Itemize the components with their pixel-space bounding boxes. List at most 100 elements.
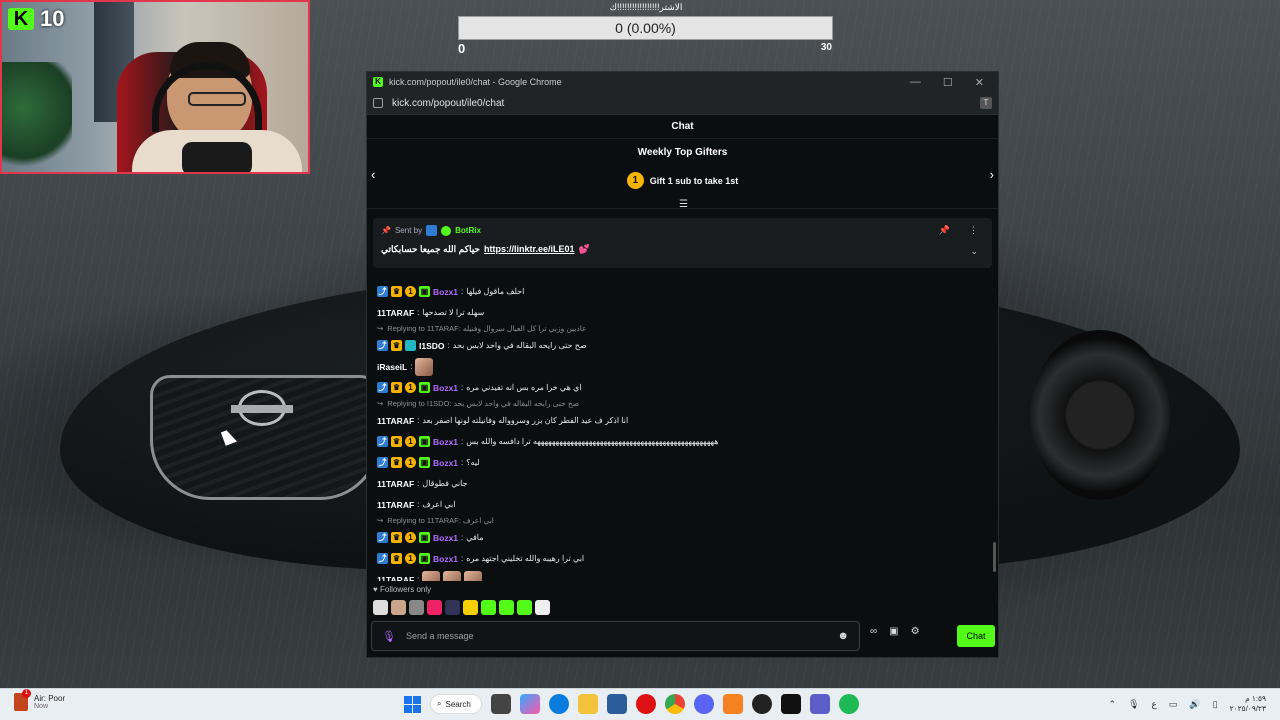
emote-icon[interactable] xyxy=(391,600,406,615)
emote-quickbar xyxy=(373,600,550,615)
window-titlebar[interactable]: K kick.com/popout/ile0/chat - Google Chr… xyxy=(367,72,998,92)
goal-max-label: 30 xyxy=(820,42,832,53)
emote-icon[interactable] xyxy=(481,600,496,615)
emote-icon[interactable] xyxy=(445,600,460,615)
points-infinity-icon[interactable]: ∞ xyxy=(870,626,877,637)
mod-badge-icon: ⤴ xyxy=(377,382,388,393)
windows-start-icon[interactable] xyxy=(404,695,421,713)
chat-username[interactable]: I1SDO xyxy=(419,341,445,351)
mod-badge-icon: ⤴ xyxy=(377,436,388,447)
windows-taskbar: 1 Air: Poor Now ⌕ Search ⌃ 🎙 ع ▭ 🔊 ▯ ١:٥٩… xyxy=(0,688,1280,720)
pinned-sender[interactable]: BotRix xyxy=(455,226,481,235)
gift-cta-text[interactable]: Gift 1 sub to take 1st xyxy=(650,176,739,186)
emote-icon[interactable] xyxy=(373,600,388,615)
task-view-icon[interactable] xyxy=(491,694,511,714)
chat-message-input[interactable] xyxy=(405,631,828,641)
mic-tray-icon[interactable]: 🎙 xyxy=(1128,699,1139,710)
top-gifters-title: Weekly Top Gifters xyxy=(637,147,728,158)
chat-username[interactable]: iRaseiL xyxy=(377,362,407,372)
chat-username[interactable]: 11TARAF xyxy=(377,575,414,582)
chat-username[interactable]: 11TARAF xyxy=(377,500,414,510)
url-text[interactable]: kick.com/popout/ile0/chat xyxy=(392,98,504,109)
gifter-badge-icon: ▣ xyxy=(419,553,430,564)
translate-icon[interactable]: T xyxy=(980,97,992,109)
obs-icon[interactable] xyxy=(752,694,772,714)
chevron-down-icon[interactable]: ⌄ xyxy=(970,246,978,257)
more-options-icon[interactable]: ⋮ xyxy=(969,225,978,236)
pinned-message: 📌 Sent by BotRix حياكم الله جميعا حسابكا… xyxy=(373,218,992,268)
crown-badge-icon: ♛ xyxy=(391,457,402,468)
chat-scrollbar[interactable] xyxy=(993,542,996,572)
chat-username[interactable]: Bozx1 xyxy=(433,287,458,297)
subscriber-badge-icon: 1 xyxy=(405,532,416,543)
emote-icon[interactable] xyxy=(409,600,424,615)
opera-icon[interactable] xyxy=(636,694,656,714)
pinned-text: حياكم الله جميعا حسابكاتي xyxy=(381,244,480,254)
taskbar-search[interactable]: ⌕ Search xyxy=(430,694,482,714)
edge-icon[interactable] xyxy=(549,694,569,714)
emote-icon[interactable] xyxy=(463,600,478,615)
emote-icon[interactable] xyxy=(427,600,442,615)
chat-input-box[interactable]: 🎙 ☻ xyxy=(371,621,860,651)
emote-icon[interactable] xyxy=(499,600,514,615)
chat-message: 11TARAF: سهله ترا لا تصدحها xyxy=(377,302,988,323)
battery-icon[interactable]: ▯ xyxy=(1213,699,1218,710)
chat-filter-icon[interactable]: ☰ xyxy=(679,199,688,210)
clock[interactable]: ١:٥٩ م ٢٠٢٥/٠٩/٢٣ xyxy=(1230,694,1266,714)
username-separator: : xyxy=(417,500,420,509)
username-separator: : xyxy=(461,458,464,467)
chat-username[interactable]: Bozx1 xyxy=(433,437,458,447)
address-bar[interactable]: kick.com/popout/ile0/chat T xyxy=(367,92,998,115)
epic-games-icon[interactable] xyxy=(781,694,801,714)
emote-icon[interactable] xyxy=(535,600,550,615)
store-app-icon[interactable] xyxy=(607,694,627,714)
chrome-icon[interactable] xyxy=(665,694,685,714)
microphone-icon[interactable]: 🎙 xyxy=(382,630,396,643)
chat-username[interactable]: Bozx1 xyxy=(433,554,458,564)
network-icon[interactable]: ▭ xyxy=(1169,699,1178,710)
chat-message: ⤴ ♛ 1 ▣ Bozx1: مافي xyxy=(377,527,988,548)
emote-icon[interactable] xyxy=(517,600,532,615)
copilot-icon[interactable] xyxy=(520,694,540,714)
chat-message: ⤴ ♛ 1 ▣ Bozx1: اي هي خرا مره بس انه تفيدني مر… xyxy=(377,377,988,398)
spotify-icon[interactable] xyxy=(839,694,859,714)
chat-username[interactable]: 11TARAF xyxy=(377,416,414,426)
emoji-picker-icon[interactable]: ☻ xyxy=(837,630,849,642)
gifter-badge-icon: ▣ xyxy=(419,286,430,297)
subscriber-badge-icon: 1 xyxy=(405,286,416,297)
reply-context: ↪ Replying to 11TARAF: عاديين وزبي ترا كل… xyxy=(377,323,988,335)
crown-badge-icon: ♛ xyxy=(391,532,402,543)
maximize-button[interactable]: ☐ xyxy=(943,76,953,89)
chat-username[interactable]: 11TARAF xyxy=(377,308,414,318)
gifter-badge-icon: ▣ xyxy=(419,532,430,543)
discord-icon[interactable] xyxy=(694,694,714,714)
chat-message-text: صح حتى رايحه البقاله في واحد لابس بحد xyxy=(452,341,587,350)
minimize-button[interactable]: — xyxy=(910,76,921,89)
pin-icon[interactable]: 📌 xyxy=(939,225,950,236)
search-label: Search xyxy=(445,699,471,709)
gear-icon[interactable]: ⚙ xyxy=(911,626,920,637)
clock-time: ١:٥٩ م xyxy=(1245,694,1266,703)
chat-username[interactable]: Bozx1 xyxy=(433,383,458,393)
volume-icon[interactable]: 🔊 xyxy=(1189,699,1200,710)
teams-icon[interactable] xyxy=(810,694,830,714)
file-explorer-icon[interactable] xyxy=(578,694,598,714)
language-indicator[interactable]: ع xyxy=(1152,699,1157,710)
store-icon[interactable]: ▣ xyxy=(889,626,898,637)
chat-message-text: احلف ماقول فيلها xyxy=(466,287,525,296)
chevron-up-icon[interactable]: ⌃ xyxy=(1109,699,1117,710)
pinned-link[interactable]: https://linktr.ee/iLE01 xyxy=(484,244,575,255)
chat-username[interactable]: Bozx1 xyxy=(433,458,458,468)
close-button[interactable]: ✕ xyxy=(975,76,984,89)
followers-only-label: ♥ Followers only xyxy=(373,585,431,594)
chat-emote-icon xyxy=(464,570,483,581)
send-chat-button[interactable]: Chat xyxy=(957,625,995,647)
chat-username[interactable]: Bozx1 xyxy=(433,533,458,543)
chat-username[interactable]: 11TARAF xyxy=(377,479,414,489)
app-a-icon[interactable] xyxy=(723,694,743,714)
reply-icon: ↪ xyxy=(377,324,384,333)
chat-message-text: ابي اعرف xyxy=(422,500,456,509)
weather-widget[interactable]: 1 Air: Poor Now xyxy=(14,689,65,711)
username-separator: : xyxy=(417,479,420,488)
site-info-icon[interactable] xyxy=(373,98,383,108)
